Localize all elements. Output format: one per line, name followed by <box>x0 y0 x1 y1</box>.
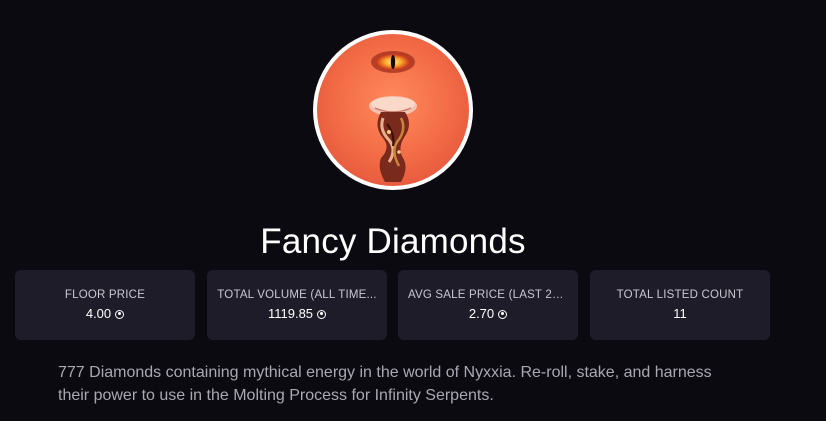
stats-row: FLOOR PRICE 4.00 TOTAL VOLUME (ALL TIME.… <box>15 270 770 340</box>
stat-value: 11 <box>673 306 687 322</box>
stat-value-text: 4.00 <box>85 306 112 321</box>
stat-value: 2.70 <box>468 306 508 322</box>
stat-value-text: 1119.85 <box>267 306 314 321</box>
currency-icon <box>498 309 508 319</box>
stat-value-text: 2.70 <box>468 306 495 321</box>
stat-value: 1119.85 <box>267 306 327 322</box>
stat-floor-price: FLOOR PRICE 4.00 <box>15 270 195 340</box>
collection-title: Fancy Diamonds <box>260 222 526 261</box>
collection-image <box>317 34 469 186</box>
stat-value: 4.00 <box>85 306 125 322</box>
stat-total-listed-count: TOTAL LISTED COUNT 11 <box>590 270 770 340</box>
stat-label: FLOOR PRICE <box>64 289 146 301</box>
stat-label: AVG SALE PRICE (LAST 24... <box>408 289 569 301</box>
stat-avg-sale-price: AVG SALE PRICE (LAST 24... 2.70 <box>398 270 578 340</box>
currency-icon <box>115 309 125 319</box>
stat-label: TOTAL VOLUME (ALL TIME... <box>217 289 377 301</box>
currency-icon <box>317 309 327 319</box>
stat-value-text: 11 <box>673 306 687 321</box>
collection-avatar <box>313 30 473 190</box>
collection-page: Fancy Diamonds FLOOR PRICE 4.00 TOTAL VO… <box>0 0 826 421</box>
stat-total-volume: TOTAL VOLUME (ALL TIME... 1119.85 <box>207 270 387 340</box>
stat-label: TOTAL LISTED COUNT <box>616 289 744 301</box>
collection-description: 777 Diamonds containing mythical energy … <box>58 364 712 404</box>
